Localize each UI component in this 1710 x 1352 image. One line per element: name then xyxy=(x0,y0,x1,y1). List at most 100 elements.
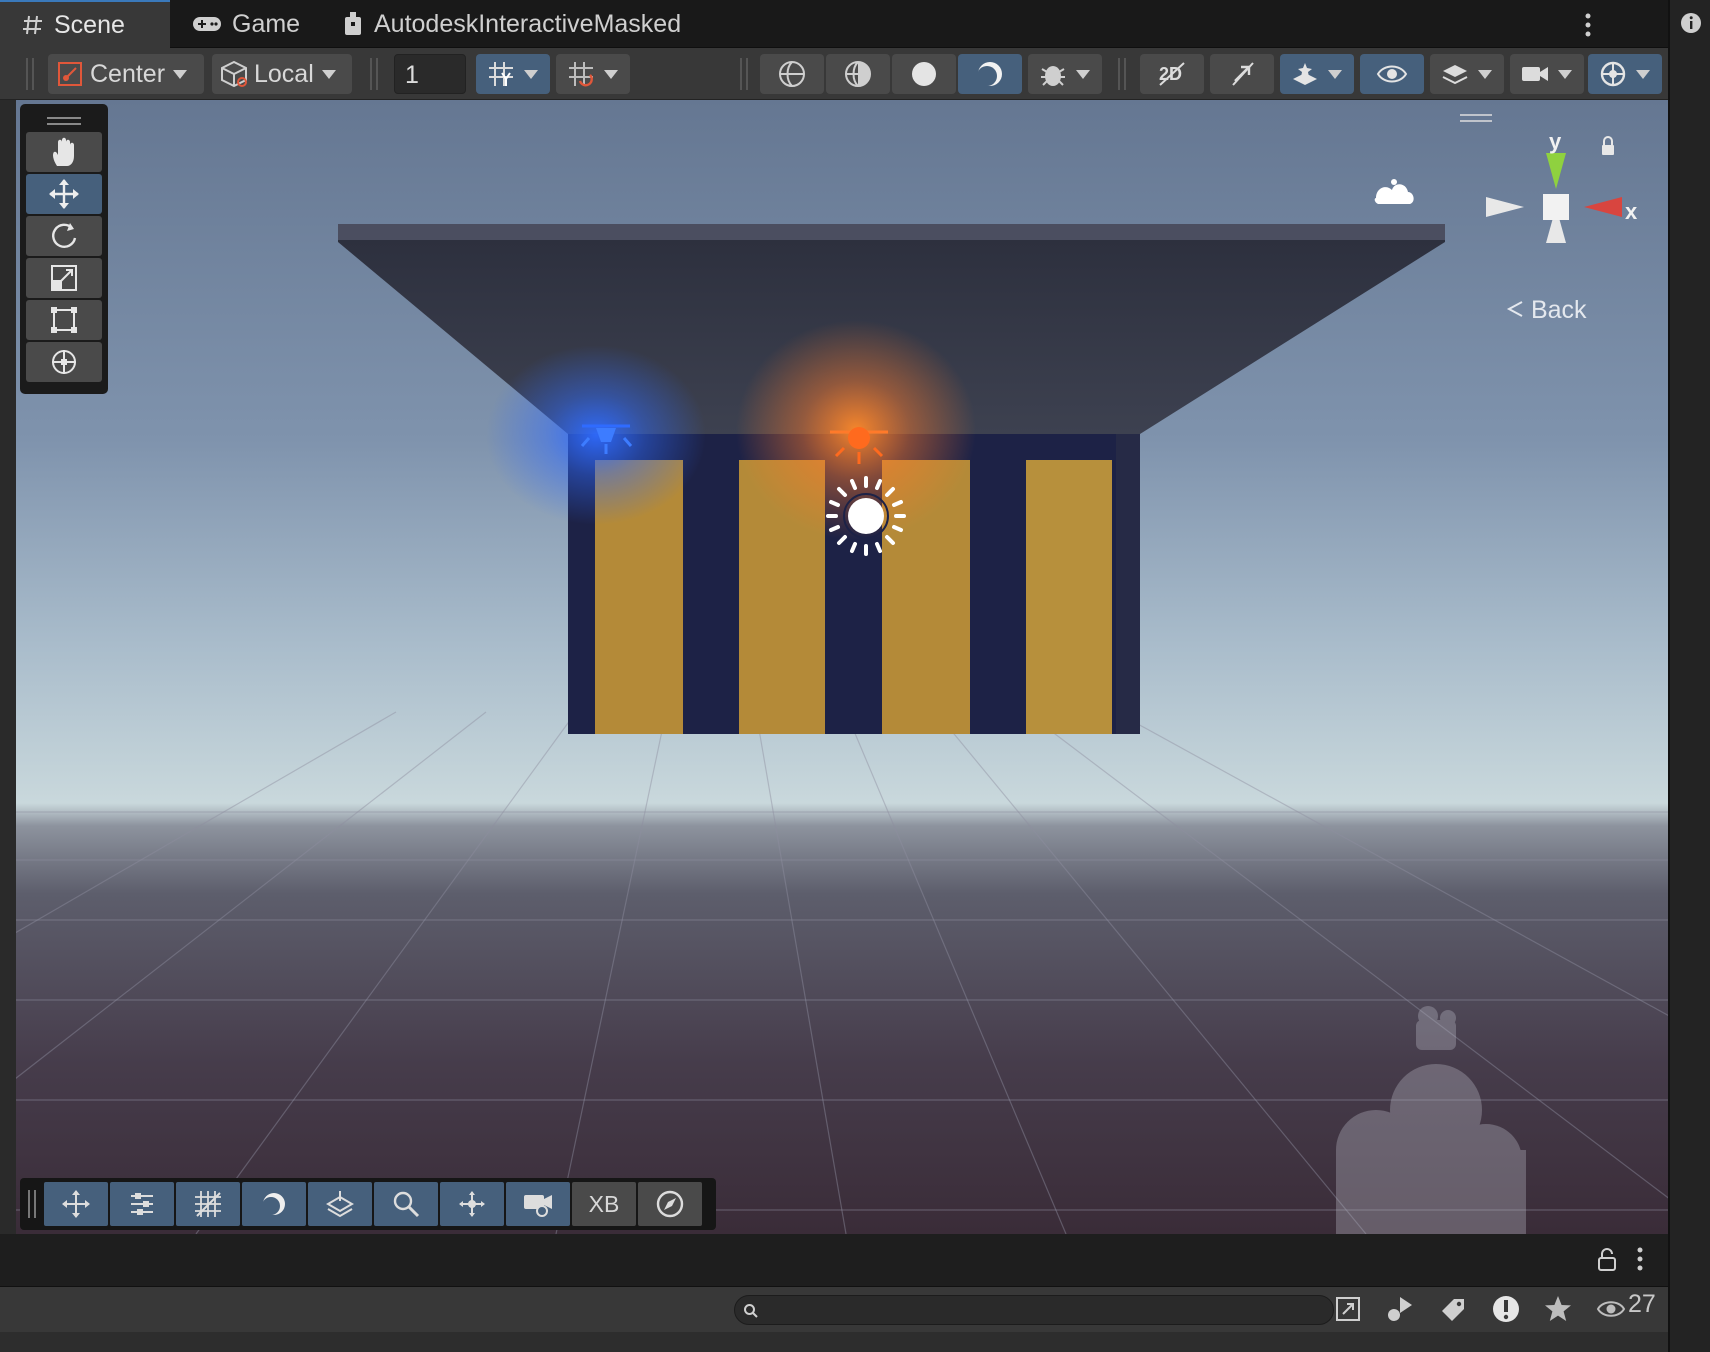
overlay-camera-button[interactable] xyxy=(506,1182,570,1226)
grid-snapping-button[interactable] xyxy=(476,54,550,94)
increment-snap-button[interactable] xyxy=(556,54,630,94)
shading-shaded-button[interactable] xyxy=(958,54,1022,94)
overlay-layers-button[interactable] xyxy=(308,1182,372,1226)
wireframe-sphere-icon xyxy=(779,61,805,87)
pivot-arrows-icon xyxy=(459,1191,485,1217)
overlay-search-button[interactable] xyxy=(374,1182,438,1226)
pivot-rotation-dropdown[interactable]: Local xyxy=(212,54,352,94)
lock-icon[interactable] xyxy=(1596,1248,1618,1272)
shading-wireframe-button[interactable] xyxy=(760,54,824,94)
toolbar-grip[interactable] xyxy=(26,58,34,90)
video-camera-icon xyxy=(1522,67,1548,81)
panel-menu-icon[interactable] xyxy=(1630,1244,1650,1274)
audio-toggle-button[interactable] xyxy=(1210,54,1274,94)
overlay-grid-button[interactable] xyxy=(176,1182,240,1226)
move-tool-button[interactable] xyxy=(26,174,102,214)
star-icon[interactable] xyxy=(1542,1293,1574,1325)
scene-cloud-watermark xyxy=(1336,1006,1526,1234)
grid-hash-icon xyxy=(22,14,44,36)
transform-all-icon xyxy=(52,350,76,374)
toolbar-separator xyxy=(370,58,378,90)
rotate-icon xyxy=(52,223,77,248)
tab-autodesk-interactive-masked[interactable]: AutodeskInteractiveMasked xyxy=(320,0,720,48)
gizmo-lock-icon xyxy=(1602,145,1614,155)
layers-stack-icon xyxy=(326,1191,354,1218)
sliders-icon xyxy=(131,1193,153,1215)
shaded-sphere-icon xyxy=(977,62,1002,86)
overlay-pivot-button[interactable] xyxy=(440,1182,504,1226)
layers-visibility-button[interactable] xyxy=(1430,54,1504,94)
layers-icon xyxy=(1442,65,1468,85)
search-icon xyxy=(744,1304,758,1318)
hand-icon xyxy=(53,137,74,166)
bug-icon xyxy=(1041,66,1065,86)
tab-more-menu-icon[interactable] xyxy=(1578,10,1598,40)
audio-muted-icon xyxy=(1232,62,1254,86)
move-arrows-icon xyxy=(49,179,79,209)
scale-tool-button[interactable] xyxy=(26,258,102,298)
tag-icon[interactable] xyxy=(1438,1293,1468,1325)
warning-icon[interactable] xyxy=(1490,1293,1522,1325)
tab-game[interactable]: Game xyxy=(170,0,320,48)
tab-scene[interactable]: Scene xyxy=(0,0,170,48)
panel-search-input[interactable] xyxy=(734,1295,1334,1325)
shading-unlit-button[interactable] xyxy=(892,54,956,94)
rect-tool-button[interactable] xyxy=(26,300,102,340)
gizmos-button[interactable] xyxy=(1588,54,1662,94)
effects-icon xyxy=(1293,63,1317,85)
local-cube-icon xyxy=(221,60,247,88)
rotate-tool-button[interactable] xyxy=(26,216,102,256)
pivot-mode-label: Center xyxy=(90,59,166,88)
debug-draw-mode-button[interactable] xyxy=(1028,54,1102,94)
transform-tool-button[interactable] xyxy=(26,342,102,382)
2d-mode-button[interactable]: 2D xyxy=(1140,54,1204,94)
scene-viewport[interactable] xyxy=(16,100,1668,1234)
hand-tool-button[interactable] xyxy=(26,132,102,172)
increment-snap-icon xyxy=(569,62,593,87)
compass-icon xyxy=(656,1190,684,1218)
overlay-settings-button[interactable] xyxy=(110,1182,174,1226)
scene-visibility-button[interactable] xyxy=(1360,54,1424,94)
scene-render xyxy=(16,179,1668,1234)
tools-drag-handle-icon[interactable] xyxy=(26,110,102,132)
effects-toggle-button[interactable] xyxy=(1280,54,1354,94)
tab-scene-label: Scene xyxy=(54,10,125,39)
info-icon[interactable] xyxy=(1680,12,1702,34)
overlay-shading-button[interactable] xyxy=(242,1182,306,1226)
pivot-center-icon xyxy=(58,62,82,86)
toolbar-separator xyxy=(740,58,748,90)
unity-editor-window: Scene Game AutodeskInteractiveMasked Cen… xyxy=(0,0,1710,1352)
filter-type-icon[interactable] xyxy=(1386,1293,1416,1325)
grid-snap-icon xyxy=(489,62,513,86)
shaded-sphere-icon xyxy=(262,1193,285,1215)
overlay-transform-button[interactable] xyxy=(44,1182,108,1226)
chevron-down-icon xyxy=(604,69,618,79)
search-options-icon[interactable] xyxy=(1334,1295,1362,1323)
magnifier-icon xyxy=(393,1191,420,1218)
overlay-xb-button[interactable]: XB xyxy=(572,1182,636,1226)
gizmo-view-label[interactable]: Back xyxy=(1506,296,1587,325)
overlay-navigation-button[interactable] xyxy=(638,1182,702,1226)
panel-bottom-strip xyxy=(0,1332,1668,1352)
tab-bar: Scene Game AutodeskInteractiveMasked xyxy=(0,0,1668,48)
chevron-down-icon xyxy=(321,69,336,79)
visibility-eye-icon[interactable] xyxy=(1596,1297,1626,1321)
chevron-down-icon xyxy=(1558,69,1572,79)
inspector-edge xyxy=(1668,0,1710,1352)
pivot-rotation-label: Local xyxy=(254,59,314,88)
chevron-down-icon xyxy=(1328,69,1342,79)
solid-sphere-icon xyxy=(912,62,936,86)
gizmo-y-label: y xyxy=(1549,129,1562,154)
shading-shaded-wireframe-button[interactable] xyxy=(826,54,890,94)
tab-game-label: Game xyxy=(232,9,301,38)
toolbar-separator xyxy=(1118,58,1126,90)
chevron-down-icon xyxy=(1636,69,1650,79)
grid-snap-value-field[interactable]: 1 xyxy=(394,54,466,94)
shaded-wireframe-sphere-icon xyxy=(845,61,871,87)
tools-overlay xyxy=(20,104,108,394)
scale-icon xyxy=(51,265,77,291)
scene-camera-button[interactable] xyxy=(1510,54,1584,94)
pivot-mode-dropdown[interactable]: Center xyxy=(48,54,204,94)
overlay-toolbar-grip[interactable] xyxy=(28,1190,36,1218)
eye-icon xyxy=(1376,65,1408,83)
